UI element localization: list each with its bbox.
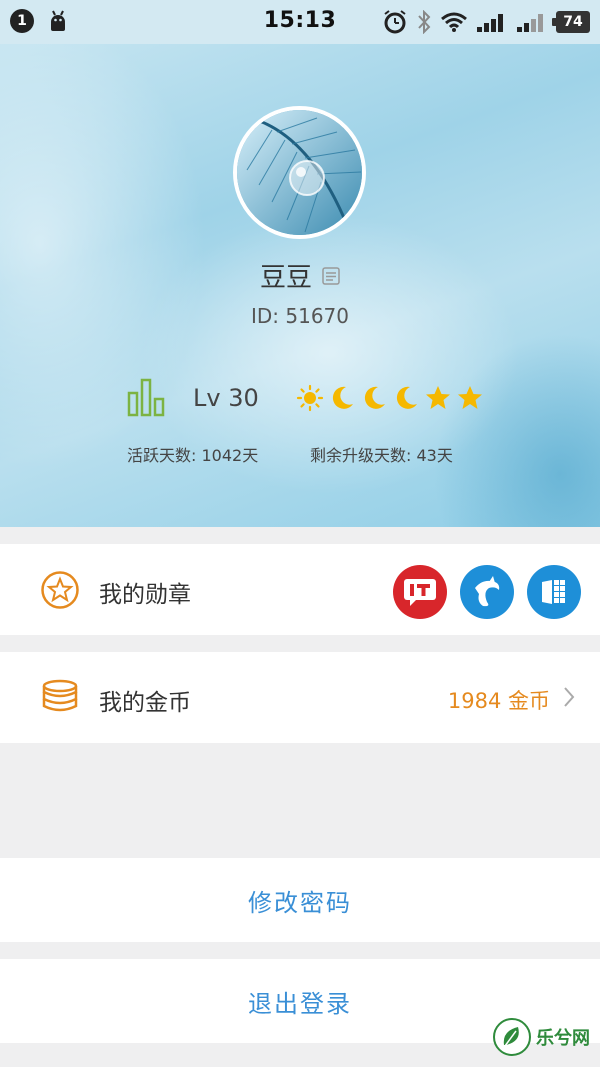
it-logo-icon: [404, 579, 436, 606]
battery-indicator: 74: [552, 11, 590, 33]
my-badges-row[interactable]: 我的勋章: [0, 544, 600, 635]
my-coins-label: 我的金币: [99, 690, 191, 716]
level-bars-icon: [127, 378, 165, 417]
dolphin-badge[interactable]: [460, 565, 514, 619]
feather-image: [237, 110, 362, 235]
leaf-logo-icon: [493, 1018, 531, 1056]
moon-icon: [396, 386, 417, 409]
badge-star-icon: [41, 571, 79, 609]
star-icon: [458, 386, 482, 409]
star-icon: [426, 386, 450, 409]
wifi-icon: [441, 12, 467, 32]
windows-badge[interactable]: [527, 565, 581, 619]
logout-label: 退出登录: [248, 989, 352, 1018]
coins-value: 1984 金币: [447, 689, 550, 713]
sun-icon: [296, 384, 324, 412]
remaining-upgrade-days: 剩余升级天数: 43天: [310, 446, 453, 465]
windows-icon: [542, 580, 565, 604]
my-badges-label: 我的勋章: [99, 582, 191, 608]
profile-header: 豆豆 ID: 51670 Lv 30 活跃天数: 1042天 剩余升级天数: 4…: [0, 44, 600, 527]
moon-icon: [364, 386, 385, 409]
bluetooth-icon: [418, 10, 431, 34]
avatar[interactable]: [233, 106, 366, 239]
change-password-label: 修改密码: [248, 888, 352, 917]
my-coins-row[interactable]: 我的金币 1984 金币: [0, 652, 600, 743]
edit-icon[interactable]: [322, 266, 340, 285]
level-badges: [296, 384, 484, 412]
user-id: ID: 51670: [250, 304, 350, 328]
watermark: 乐兮网: [492, 1017, 590, 1057]
signal-icon: [517, 14, 543, 32]
moon-icon: [332, 386, 353, 409]
watermark-text: 乐兮网: [536, 1028, 590, 1049]
coins-stack-icon: [42, 679, 78, 712]
active-days: 活跃天数: 1042天: [127, 446, 259, 465]
signal-icon: [477, 14, 503, 32]
status-bar: 1 15:13 74: [0, 0, 600, 44]
username: 豆豆: [259, 263, 312, 293]
level-text: Lv 30: [193, 384, 259, 412]
it-badge[interactable]: [393, 565, 447, 619]
change-password-button[interactable]: 修改密码: [0, 858, 600, 942]
dolphin-icon: [475, 576, 500, 607]
alarm-icon: [384, 10, 406, 34]
chevron-right-icon: [564, 687, 575, 707]
